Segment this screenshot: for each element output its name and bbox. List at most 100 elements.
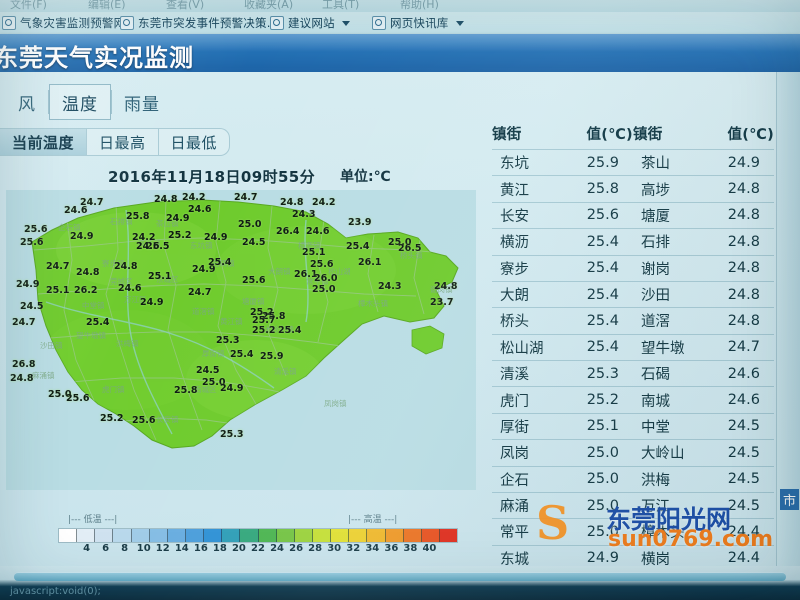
legend-color-bar (58, 528, 458, 543)
table-row[interactable]: 清溪 25.3 石碣 24.6 (492, 360, 774, 387)
map-temperature-label: 25.4 (86, 317, 110, 328)
legend-color-cell-2 (95, 529, 114, 542)
table-row[interactable]: 东坑 25.9 茶山 24.9 (492, 149, 774, 176)
map-temperature-label: 24.6 (188, 204, 212, 215)
table-row[interactable]: 企石 25.0 洪梅 24.5 (492, 466, 774, 492)
screen-photo: 文件(F) 编辑(E) 查看(V) 收藏夹(A) 工具(T) 帮助(H) 气象灾害监测预警… (0, 0, 800, 600)
map-temperature-label: 25.0 (312, 284, 336, 295)
legend-low-dash-left: |--- (68, 515, 84, 525)
tab-temperature[interactable]: 温度 (49, 84, 111, 120)
table-row[interactable]: 麻涌 25.0 万江 24.5 (492, 492, 774, 518)
map-temperature-label: 24.6 (118, 283, 142, 294)
cell-town-1: 虎门 (500, 393, 529, 410)
table-row[interactable]: 长安 25.6 塘厦 24.8 (492, 202, 774, 228)
cell-town-2: 万江 (640, 499, 670, 516)
table-row[interactable]: 大朗 25.4 沙田 24.8 (492, 281, 774, 307)
legend-tick-10: 10 (136, 543, 151, 554)
menu-item-0[interactable]: 文件(F) (10, 0, 47, 12)
cell-value-2: 24.7 (727, 339, 760, 356)
chevron-down-icon[interactable] (455, 20, 464, 26)
table-row[interactable]: 常平 25.0 樟木头 24.4 (492, 518, 774, 545)
table-row[interactable]: 寮步 25.4 谢岗 24.8 (492, 255, 774, 281)
main-content: 风 温度 雨量 当前温度 日最高 日最低 2016年11月18日09时55分 单… (0, 72, 800, 594)
bookmark-3[interactable]: 网页快讯库 (372, 15, 464, 31)
legend-color-cell-16 (349, 529, 368, 542)
temperature-map[interactable]: 企石镇 石排镇 茶山镇 寮步镇 大岭山镇 虎门镇 长安镇 厚街镇 沙田镇 洪梅镇 道滘镇 中堂镇 麻涌镇… (6, 190, 476, 490)
station-value-table[interactable]: 镇街 值(℃) 镇街 值(℃) 东坑 25.9 茶山 24.9 黄江 25.8 高埗 24.8… (492, 120, 774, 597)
map-town-name: 麻涌镇 (32, 371, 55, 380)
bookmark-label: 气象灾害监测预警网 (20, 16, 126, 30)
menu-item-5[interactable]: 帮助(H) (400, 0, 439, 12)
map-temperature-label: 25.3 (216, 335, 240, 346)
tab-rainfall[interactable]: 雨量 (112, 84, 172, 120)
map-temperature-label: 24.2 (182, 192, 206, 203)
legend-color-cell-13 (294, 529, 313, 542)
map-town-name: 凤岗镇 (324, 399, 347, 408)
legend-color-cell-4 (131, 529, 150, 542)
secondary-tab-row: 当前温度 日最高 日最低 (0, 128, 231, 156)
legend-color-cell-6 (167, 529, 186, 542)
map-temperature-label: 24.9 (220, 383, 244, 394)
bookmark-0[interactable]: 气象灾害监测预警网 (2, 15, 125, 31)
bookmark-2[interactable]: 建议网站 (270, 15, 350, 31)
edge-badge[interactable]: 市 (780, 489, 799, 510)
legend-tick-34: 34 (365, 543, 380, 554)
bookmark-globe-icon (372, 16, 386, 30)
legend-color-cell-12 (276, 529, 295, 542)
cell-value-1: 25.4 (586, 233, 619, 250)
table-row[interactable]: 黄江 25.8 高埗 24.8 (492, 175, 774, 202)
cell-town-2: 塘厦 (640, 208, 670, 225)
table-row[interactable]: 桥头 25.4 道滘 24.8 (492, 307, 774, 334)
cell-value-1: 25.0 (586, 444, 619, 461)
app-title-bar: 东莞天气实况监测 (0, 34, 800, 72)
table-row[interactable]: 虎门 25.2 南城 24.6 (492, 386, 774, 413)
cell-town-2: 洪梅 (640, 472, 670, 489)
cell-value-1: 25.4 (586, 286, 619, 303)
map-temperature-label: 24.9 (16, 279, 40, 290)
subtab-current-temperature[interactable]: 当前温度 (0, 129, 87, 155)
cell-value-2: 24.5 (727, 471, 760, 488)
map-temperature-label: 26.2 (74, 285, 98, 296)
cell-value-2: 24.6 (727, 392, 760, 409)
legend-high-label: |--- 高温 ---| (348, 512, 397, 525)
legend-tick-20: 20 (231, 543, 246, 554)
legend-low-label: |--- 低温 ---| (68, 512, 117, 525)
cell-value-1: 25.3 (586, 365, 619, 382)
map-temperature-label: 24.9 (204, 232, 228, 243)
menu-item-2[interactable]: 查看(V) (166, 0, 204, 12)
tab-wind[interactable]: 风 (6, 84, 48, 120)
cell-town-1: 东坑 (500, 156, 529, 173)
map-temperature-label: 25.1 (302, 247, 326, 258)
subtab-daily-max[interactable]: 日最高 (87, 129, 158, 155)
table-row[interactable]: 松山湖 25.4 望牛墩 24.7 (492, 334, 774, 360)
map-temperature-label: 24.8 (114, 261, 138, 272)
legend-tick-8: 8 (121, 543, 129, 554)
map-temperature-label: 25.2 (100, 413, 124, 424)
table-row[interactable]: 厚街 25.1 中堂 24.5 (492, 413, 774, 439)
menu-item-3[interactable]: 收藏夹(A) (244, 0, 293, 12)
bookmark-1[interactable]: 东莞市突发事件预警决策... (120, 15, 278, 31)
map-temperature-label: 23.7 (430, 297, 454, 308)
chevron-down-icon[interactable] (341, 20, 350, 26)
map-temperature-label: 25.6 (24, 224, 48, 235)
menu-item-4[interactable]: 工具(T) (322, 0, 359, 12)
cell-value-2: 24.8 (727, 286, 760, 303)
legend-tick-16: 16 (193, 543, 208, 554)
cell-value-1: 25.8 (586, 181, 619, 198)
subtab-daily-min[interactable]: 日最低 (159, 129, 230, 155)
legend-tick-32: 32 (346, 543, 361, 554)
bookmark-globe-icon (120, 16, 134, 30)
table-row[interactable]: 横沥 25.4 石排 24.8 (492, 228, 774, 255)
map-temperature-label: 25.3 (220, 429, 244, 440)
map-temperature-label: 24.2 (312, 197, 336, 208)
table-row[interactable]: 凤岗 25.0 大岭山 24.5 (492, 439, 774, 466)
cell-town-2: 樟木头 (640, 525, 685, 542)
map-temperature-label: 24.8 (154, 194, 178, 205)
menu-item-1[interactable]: 编辑(E) (88, 0, 126, 12)
horizontal-scrollbar[interactable] (14, 572, 786, 581)
legend-tick-22: 22 (251, 543, 265, 554)
col-header-town-1: 镇街 (492, 127, 522, 143)
unit-label: 单位:℃ (340, 169, 391, 185)
status-text: javascript:void(0); (10, 586, 101, 597)
cell-value-1: 25.0 (586, 523, 619, 540)
